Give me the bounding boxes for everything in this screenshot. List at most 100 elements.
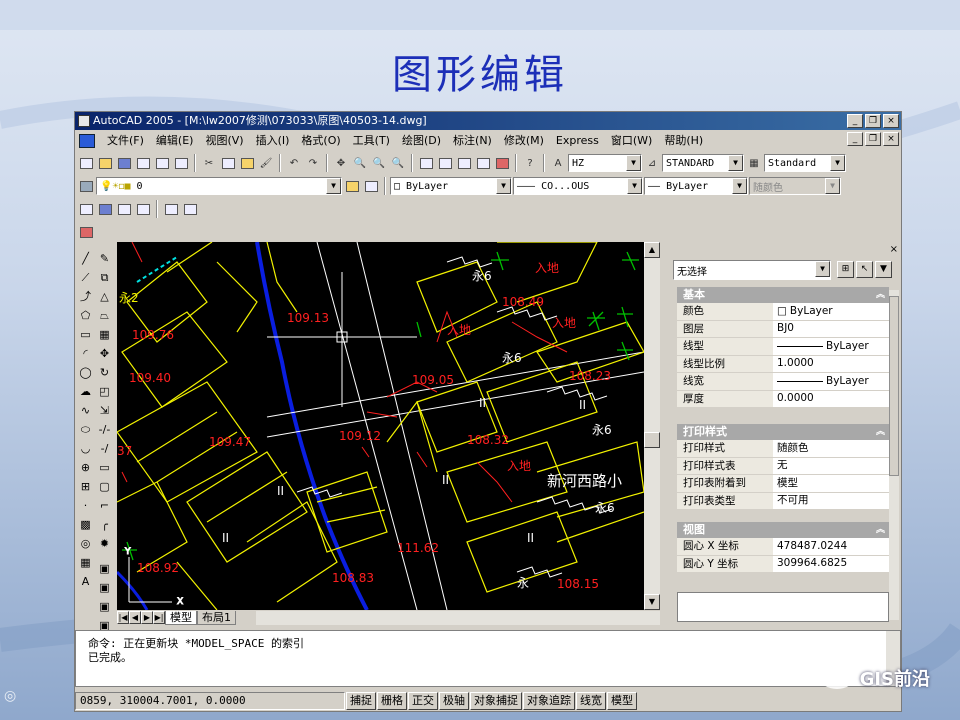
prop-row-layer[interactable]: 图层 BJ0 bbox=[677, 320, 889, 338]
menu-window[interactable]: 窗口(W) bbox=[605, 131, 658, 150]
layer-previous-icon[interactable] bbox=[362, 177, 380, 195]
last-tab-icon[interactable]: ▶| bbox=[153, 611, 165, 624]
revcloud-icon[interactable]: ☁ bbox=[77, 383, 94, 400]
break-point-icon[interactable]: ▢ bbox=[96, 478, 113, 495]
sheetset-icon[interactable] bbox=[474, 154, 492, 172]
redo-icon[interactable]: ↷ bbox=[304, 154, 322, 172]
spline-icon[interactable]: ∿ bbox=[77, 402, 94, 419]
chamfer-icon[interactable]: ⌐ bbox=[96, 497, 113, 514]
tool-b-icon[interactable] bbox=[96, 200, 114, 218]
prop-row-plot-style[interactable]: 打印样式 随颜色 bbox=[677, 440, 889, 458]
doc-restore-button[interactable]: ❐ bbox=[865, 132, 881, 146]
document-icon[interactable] bbox=[79, 133, 95, 148]
prop-row-lineweight[interactable]: 线宽 ByLayer bbox=[677, 373, 889, 391]
grid-toggle[interactable]: 栅格 bbox=[377, 691, 407, 710]
dim-style-icon[interactable]: ⊿ bbox=[643, 154, 661, 172]
tool-f-icon[interactable] bbox=[181, 200, 199, 218]
selection-select[interactable]: 无选择 ▼ bbox=[673, 260, 831, 280]
select-objects-icon[interactable]: ↖ bbox=[856, 261, 873, 278]
section-header[interactable]: 基本 ︽ bbox=[677, 287, 889, 303]
tab-layout1[interactable]: 布局1 bbox=[197, 610, 236, 625]
dim-style-select[interactable]: STANDARD ▼ bbox=[662, 154, 744, 172]
prop-row-linetype-scale[interactable]: 线型比例 1.0000 bbox=[677, 355, 889, 373]
layer-manager-icon[interactable] bbox=[77, 177, 95, 195]
circle-icon[interactable]: ◯ bbox=[77, 364, 94, 381]
quick-select-icon[interactable]: ▼ bbox=[875, 261, 892, 278]
text-style-icon[interactable]: A bbox=[549, 154, 567, 172]
point-icon[interactable]: · bbox=[77, 497, 94, 514]
ellipse-arc-icon[interactable]: ◡ bbox=[77, 440, 94, 457]
tool-e-icon[interactable] bbox=[162, 200, 180, 218]
doc-minimize-button[interactable]: _ bbox=[847, 132, 863, 146]
polygon-icon[interactable]: ⬠ bbox=[77, 307, 94, 324]
menu-draw[interactable]: 绘图(D) bbox=[396, 131, 447, 150]
open-icon[interactable] bbox=[96, 154, 114, 172]
print-icon[interactable] bbox=[134, 154, 152, 172]
copy-object-icon[interactable]: ⧉ bbox=[96, 269, 113, 286]
array-icon[interactable]: ▦ bbox=[96, 326, 113, 343]
restore-button[interactable]: ❐ bbox=[865, 114, 881, 128]
snap-tool-b-icon[interactable]: ▣ bbox=[96, 579, 113, 596]
fillet-icon[interactable]: ╭ bbox=[96, 516, 113, 533]
tool-palette-icon[interactable] bbox=[455, 154, 473, 172]
menu-file[interactable]: 文件(F) bbox=[101, 131, 150, 150]
make-current-icon[interactable] bbox=[343, 177, 361, 195]
menu-view[interactable]: 视图(V) bbox=[199, 131, 249, 150]
copy-icon[interactable] bbox=[219, 154, 237, 172]
move-icon[interactable]: ✥ bbox=[96, 345, 113, 362]
zoom-realtime-icon[interactable]: 🔍 bbox=[351, 154, 369, 172]
polyline-icon[interactable]: ⤴ bbox=[77, 288, 94, 305]
match-properties-icon[interactable]: 🖌 bbox=[257, 154, 275, 172]
osnap-toggle[interactable]: 对象捕捉 bbox=[470, 691, 522, 710]
erase-icon[interactable]: ✎ bbox=[96, 250, 113, 267]
palette-close-icon[interactable]: × bbox=[890, 244, 898, 255]
table-style-icon[interactable]: ▦ bbox=[745, 154, 763, 172]
region-icon[interactable]: ◎ bbox=[77, 535, 94, 552]
scroll-down-icon[interactable]: ▼ bbox=[644, 594, 660, 610]
snap-tool-c-icon[interactable]: ▣ bbox=[96, 598, 113, 615]
menu-express[interactable]: Express bbox=[550, 131, 605, 150]
snap-toggle[interactable]: 捕捉 bbox=[346, 691, 376, 710]
tool-d-icon[interactable] bbox=[134, 200, 152, 218]
first-tab-icon[interactable]: |◀ bbox=[117, 611, 129, 624]
menu-insert[interactable]: 插入(I) bbox=[250, 131, 296, 150]
linetype-select[interactable]: ——— CO...OUS ▼ bbox=[513, 177, 643, 195]
table-style-select[interactable]: Standard ▼ bbox=[764, 154, 846, 172]
scale-icon[interactable]: ◰ bbox=[96, 383, 113, 400]
lineweight-select[interactable]: —— ByLayer ▼ bbox=[644, 177, 748, 195]
text-style-select[interactable]: HZ ▼ bbox=[568, 154, 642, 172]
section-header[interactable]: 视图 ︽ bbox=[677, 522, 889, 538]
tab-model[interactable]: 模型 bbox=[165, 610, 197, 625]
menu-format[interactable]: 格式(O) bbox=[295, 131, 346, 150]
zoom-previous-icon[interactable]: 🔍 bbox=[389, 154, 407, 172]
paste-icon[interactable] bbox=[238, 154, 256, 172]
scroll-thumb[interactable] bbox=[644, 432, 660, 448]
prop-row-center-y[interactable]: 圆心 Y 坐标 309964.6825 bbox=[677, 555, 889, 573]
palette-scrollbar[interactable] bbox=[889, 290, 899, 620]
drawing-canvas[interactable]: 109.76 109.13 108.49 109.40 109.05 108.2… bbox=[117, 242, 644, 610]
prop-row-center-x[interactable]: 圆心 X 坐标 478487.0244 bbox=[677, 538, 889, 556]
tool-a-icon[interactable] bbox=[77, 200, 95, 218]
model-toggle[interactable]: 模型 bbox=[607, 691, 637, 710]
menu-help[interactable]: 帮助(H) bbox=[658, 131, 709, 150]
prop-row-color[interactable]: 颜色 □ ByLayer bbox=[677, 303, 889, 321]
help-icon[interactable]: ? bbox=[521, 154, 539, 172]
make-block-icon[interactable]: ⊞ bbox=[77, 478, 94, 495]
menu-dimension[interactable]: 标注(N) bbox=[447, 131, 498, 150]
snap-settings-icon[interactable] bbox=[77, 223, 95, 241]
prop-row-plot-style-table[interactable]: 打印样式表无 bbox=[677, 457, 889, 475]
offset-icon[interactable]: ⏢ bbox=[96, 307, 113, 324]
color-select[interactable]: □ ByLayer ▼ bbox=[390, 177, 512, 195]
zoom-window-icon[interactable]: 🔍 bbox=[370, 154, 388, 172]
preview-icon[interactable] bbox=[153, 154, 171, 172]
section-header[interactable]: 打印样式 ︽ bbox=[677, 424, 889, 440]
next-tab-icon[interactable]: ▶ bbox=[141, 611, 153, 624]
pan-icon[interactable]: ✥ bbox=[332, 154, 350, 172]
rectangle-icon[interactable]: ▭ bbox=[77, 326, 94, 343]
prev-tab-icon[interactable]: ◀ bbox=[129, 611, 141, 624]
drawing-vertical-scrollbar[interactable]: ▲ ▼ bbox=[644, 242, 660, 610]
undo-icon[interactable]: ↶ bbox=[285, 154, 303, 172]
save-icon[interactable] bbox=[115, 154, 133, 172]
mtext-icon[interactable]: A bbox=[77, 573, 94, 590]
otrack-toggle[interactable]: 对象追踪 bbox=[523, 691, 575, 710]
